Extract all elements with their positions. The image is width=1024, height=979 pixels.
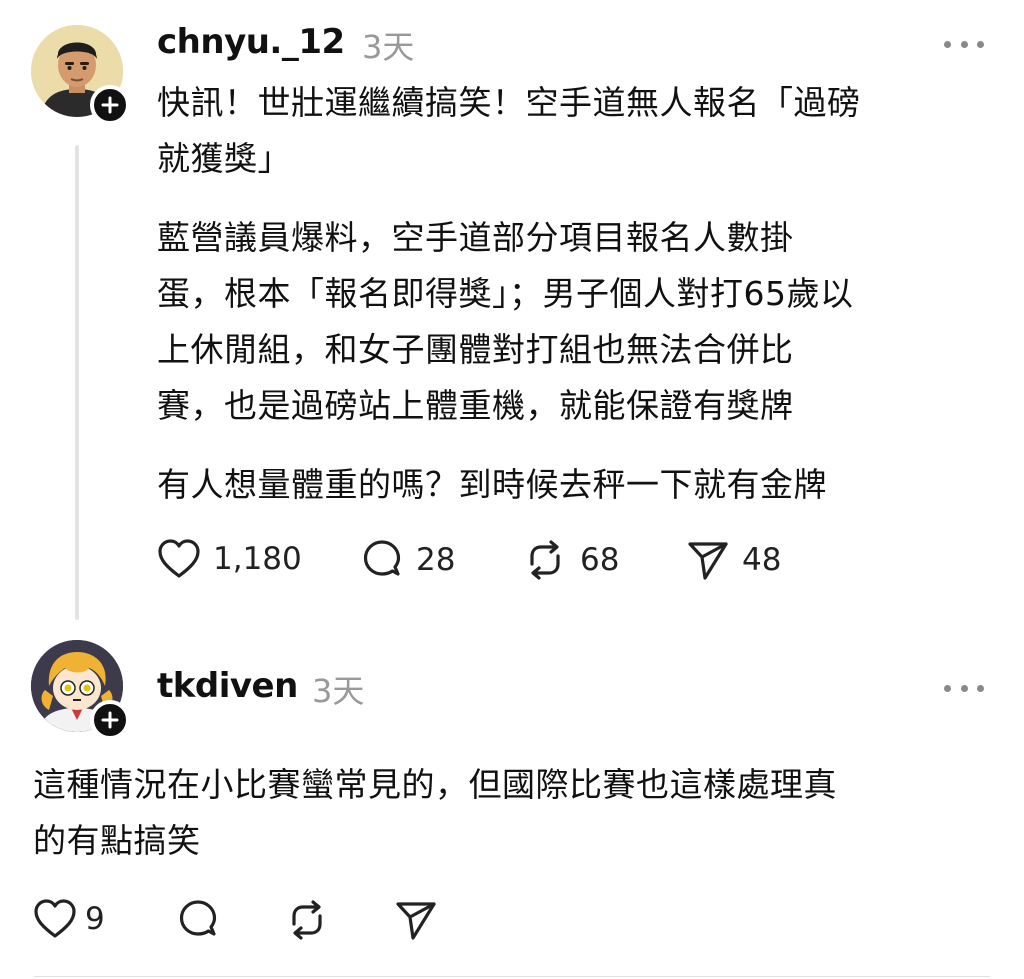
- post-text-line: 藍營議員爆料，空手道部分項目報名人數掛: [157, 218, 794, 257]
- post-text-line: 有人想量體重的嗎？到時候去秤一下就有金牌: [157, 465, 827, 504]
- username[interactable]: chnyu._12: [157, 22, 345, 62]
- share-count: 48: [742, 542, 782, 578]
- like-button[interactable]: 1,180: [157, 538, 302, 580]
- username[interactable]: tkdiven: [157, 666, 298, 706]
- like-button[interactable]: 9: [33, 898, 105, 940]
- post-text-line: 就獲獎」: [157, 139, 291, 178]
- send-icon: [688, 542, 728, 580]
- comment-button[interactable]: [176, 898, 220, 942]
- plus-icon: [101, 711, 119, 729]
- post-text-line: 賽，也是過磅站上體重機，就能保證有獎牌: [157, 386, 794, 425]
- heart-icon: [158, 539, 200, 578]
- timestamp: 3天: [312, 672, 365, 710]
- send-icon: [396, 902, 436, 940]
- repost-button[interactable]: 68: [522, 538, 619, 582]
- more-options-icon[interactable]: [944, 36, 984, 52]
- more-options-icon[interactable]: [944, 680, 984, 696]
- post-text-line: 快訊！世壯運繼續搞笑！空手道無人報名「過磅: [157, 83, 861, 122]
- comment-count: 28: [416, 542, 456, 578]
- plus-icon: [101, 96, 119, 114]
- comment-bubble-icon: [363, 540, 401, 576]
- like-count: 1,180: [213, 541, 302, 577]
- thread-line: [75, 145, 79, 620]
- comment-button[interactable]: 28: [360, 538, 455, 582]
- repost-count: 68: [580, 542, 620, 578]
- timestamp: 3天: [362, 28, 415, 66]
- post-text-line: 上休閒組，和女子團體對打組也無法合併比: [157, 330, 794, 369]
- post-text-line: 蛋，根本「報名即得獎」；男子個人對打65歲以: [157, 274, 854, 313]
- comment-bubble-icon: [179, 900, 217, 936]
- follow-button[interactable]: [90, 85, 130, 125]
- follow-button[interactable]: [90, 700, 130, 740]
- share-button[interactable]: [394, 898, 438, 942]
- repost-button[interactable]: [284, 898, 330, 942]
- heart-icon: [34, 899, 76, 938]
- repost-icon: [530, 540, 560, 580]
- post-text-line: 的有點搞笑: [33, 821, 201, 860]
- post-text-line: 這種情況在小比賽蠻常見的，但國際比賽也這樣處理真: [33, 765, 837, 804]
- repost-icon: [292, 900, 322, 940]
- like-count: 9: [85, 901, 105, 937]
- divider: [34, 976, 990, 977]
- share-button[interactable]: 48: [686, 538, 781, 582]
